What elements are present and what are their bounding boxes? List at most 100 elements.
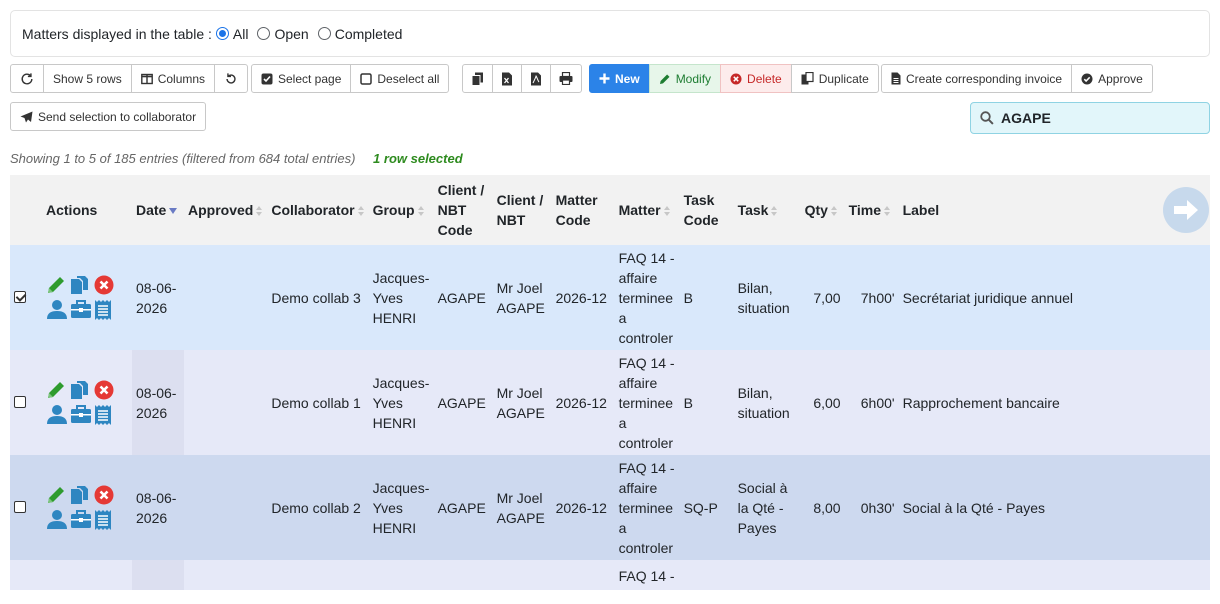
table-row[interactable]: 08-06-2026 Demo collab 1 Jacques-Yves HE… — [10, 350, 1210, 455]
refresh-button[interactable] — [10, 64, 44, 93]
group-cell: Jacques-Yves HENRI — [368, 245, 434, 350]
table-row[interactable]: FAQ 14 - — [10, 560, 1210, 590]
columns-label: Columns — [157, 71, 206, 86]
delete-icon[interactable] — [94, 380, 118, 400]
receipt-icon[interactable] — [94, 404, 118, 426]
qty-cell: 8,00 — [800, 455, 845, 560]
client-code-cell: AGAPE — [433, 245, 493, 350]
row-select-cell[interactable] — [10, 350, 42, 455]
new-button[interactable]: New — [589, 64, 650, 93]
col-task[interactable]: Task — [733, 175, 801, 245]
selected-count: 1 row selected — [373, 151, 463, 166]
export-excel-button[interactable] — [492, 64, 522, 93]
radio-all[interactable] — [215, 27, 229, 40]
filter-all-option[interactable]: All — [215, 26, 249, 42]
receipt-icon[interactable] — [94, 299, 118, 321]
table-info: Showing 1 to 5 of 185 entries (filtered … — [10, 151, 463, 166]
send-selection-button[interactable]: Send selection to collaborator — [10, 102, 207, 131]
briefcase-icon[interactable] — [70, 299, 94, 321]
duplicate-button[interactable]: Duplicate — [790, 64, 879, 93]
briefcase-icon[interactable] — [70, 404, 94, 426]
filter-open-label[interactable]: Open — [274, 26, 308, 42]
col-date[interactable]: Date — [132, 175, 184, 245]
sort-icon — [663, 206, 671, 217]
col-approved[interactable]: Approved — [184, 175, 268, 245]
client-code-cell: AGAPE — [433, 455, 493, 560]
col-time[interactable]: Time — [844, 175, 899, 245]
label-cell — [898, 560, 1210, 590]
show-rows-button[interactable]: Show 5 rows — [43, 64, 132, 93]
label-cell: Social à la Qté - Payes — [898, 455, 1210, 560]
filter-open-option[interactable]: Open — [257, 26, 309, 42]
collaborator-icon[interactable] — [46, 509, 70, 531]
task-cell: Bilan, situation — [733, 350, 801, 455]
show-rows-label: Show 5 rows — [53, 71, 122, 86]
client-cell: Mr Joel AGAPE — [492, 245, 552, 350]
delete-icon[interactable] — [94, 485, 118, 505]
duplicate-icon — [801, 72, 814, 85]
client-code-cell: AGAPE — [433, 350, 493, 455]
group-cell — [368, 560, 434, 590]
collaborator-icon[interactable] — [46, 299, 70, 321]
table-view-group: Show 5 rows Columns — [10, 64, 249, 93]
sort-icon — [771, 206, 778, 217]
entries-info: Showing 1 to 5 of 185 entries (filtered … — [10, 151, 356, 166]
duplicate-icon[interactable] — [70, 485, 94, 505]
client-cell: Mr Joel AGAPE — [492, 455, 552, 560]
row-checkbox[interactable] — [14, 500, 26, 513]
row-select-cell[interactable] — [10, 455, 42, 560]
modify-label: Modify — [675, 71, 712, 86]
search-input[interactable]: AGAPE — [970, 102, 1210, 134]
col-qty[interactable]: Qty — [800, 175, 845, 245]
row-select-cell[interactable] — [10, 245, 42, 350]
edit-icon[interactable] — [46, 380, 70, 400]
col-group[interactable]: Group — [368, 175, 434, 245]
col-client[interactable]: Client / NBT — [492, 175, 552, 245]
export-pdf-button[interactable] — [521, 64, 551, 93]
delete-icon[interactable] — [94, 275, 118, 295]
row-select-cell[interactable] — [10, 560, 42, 590]
edit-icon[interactable] — [46, 275, 70, 295]
matter-cell: FAQ 14 - affaire terminee a controler — [614, 245, 680, 350]
duplicate-icon[interactable] — [70, 275, 94, 295]
modify-button[interactable]: Modify — [648, 64, 722, 93]
empty-square-icon — [360, 72, 373, 85]
col-actions: Actions — [42, 175, 132, 245]
col-matter-code[interactable]: Matter Code — [551, 175, 615, 245]
col-matter[interactable]: Matter — [614, 175, 680, 245]
col-task-code[interactable]: Task Code — [679, 175, 734, 245]
create-invoice-button[interactable]: Create corresponding invoice — [881, 64, 1073, 93]
approve-button[interactable]: Approve — [1071, 64, 1153, 93]
matter-code-cell: 2026-12 — [551, 245, 615, 350]
delete-button[interactable]: Delete — [720, 64, 792, 93]
col-collaborator[interactable]: Collaborator — [267, 175, 369, 245]
collaborator-icon[interactable] — [46, 404, 70, 426]
deselect-all-button[interactable]: Deselect all — [350, 64, 450, 93]
delete-circle-icon — [730, 73, 742, 84]
crud-group: New Modify Delete Duplicate — [589, 64, 879, 93]
table-row[interactable]: 08-06-2026 Demo collab 3 Jacques-Yves HE… — [10, 245, 1210, 350]
radio-open[interactable] — [257, 27, 271, 40]
scroll-right-button[interactable] — [1163, 187, 1209, 233]
filter-all-label[interactable]: All — [233, 26, 249, 42]
table-row[interactable]: 08-06-2026 Demo collab 2 Jacques-Yves HE… — [10, 455, 1210, 560]
filter-completed-label[interactable]: Completed — [335, 26, 403, 42]
copy-button[interactable] — [462, 64, 493, 93]
duplicate-icon[interactable] — [70, 380, 94, 400]
columns-button[interactable]: Columns — [130, 64, 216, 93]
row-checkbox[interactable] — [14, 395, 26, 408]
collaborator-cell: Demo collab 1 — [267, 350, 369, 455]
filter-completed-option[interactable]: Completed — [317, 26, 403, 42]
radio-completed[interactable] — [317, 27, 331, 40]
reset-button[interactable] — [214, 64, 249, 93]
col-client-code[interactable]: Client / NBT Code — [433, 175, 493, 245]
print-button[interactable] — [550, 64, 582, 93]
receipt-icon[interactable] — [94, 509, 118, 531]
pencil-icon — [659, 74, 670, 84]
row-checkbox[interactable] — [14, 290, 26, 303]
matter-code-cell — [551, 560, 615, 590]
matter-cell: FAQ 14 - — [614, 560, 680, 590]
select-page-button[interactable]: Select page — [251, 64, 352, 93]
briefcase-icon[interactable] — [70, 509, 94, 531]
edit-icon[interactable] — [46, 485, 70, 505]
